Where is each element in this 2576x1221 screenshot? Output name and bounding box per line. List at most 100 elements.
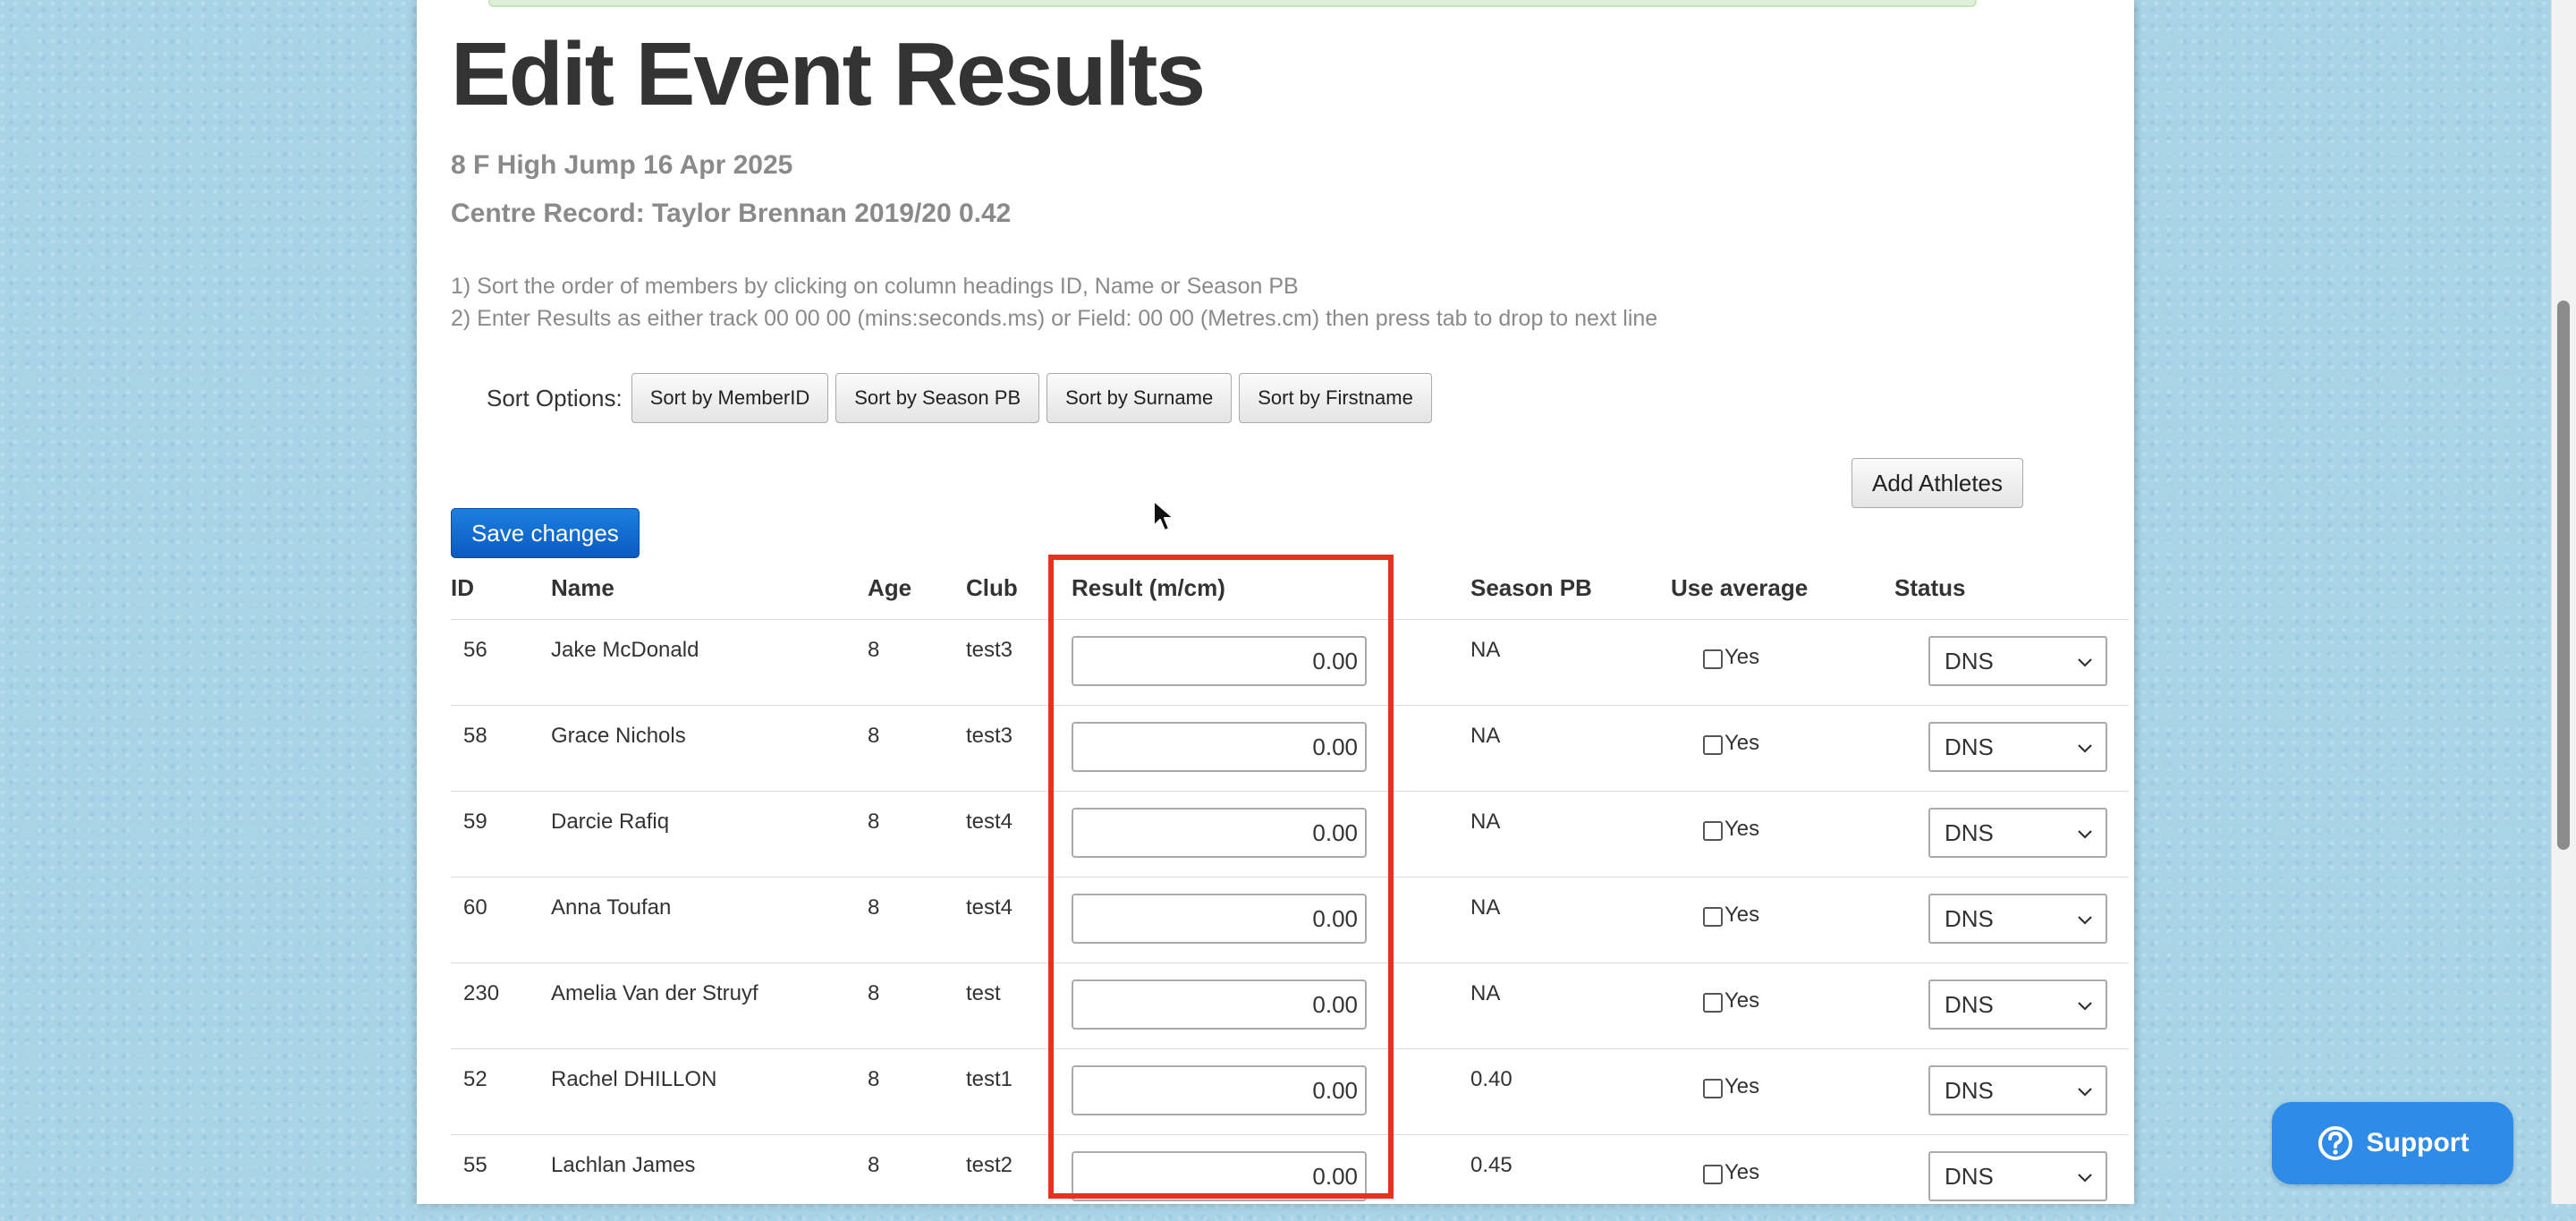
athlete-age: 8 (868, 638, 880, 662)
athlete-club: test1 (966, 1067, 1013, 1091)
status-select[interactable]: DNS (1928, 894, 2107, 944)
column-header-season-pb[interactable]: Season PB (1470, 574, 1592, 602)
column-header-club: Club (966, 574, 1018, 601)
support-button[interactable]: Support (2272, 1102, 2513, 1184)
result-input[interactable]: 0.00 (1072, 1065, 1367, 1115)
athlete-name: Jake McDonald (551, 638, 699, 662)
athlete-name: Darcie Rafiq (551, 810, 670, 834)
status-select[interactable]: DNS (1928, 722, 2107, 772)
add-athletes-button[interactable]: Add Athletes (1852, 458, 2023, 508)
result-input[interactable]: 0.00 (1072, 1151, 1367, 1201)
chevron-down-icon (2078, 830, 2092, 839)
athlete-club: test4 (966, 895, 1013, 920)
table-row: 59 Darcie Rafiq 8 test4 0.00 NA Yes DNS (451, 791, 2129, 878)
use-average-option[interactable]: Yes (1703, 988, 1759, 1013)
instruction-enter-results: 2) Enter Results as either track 00 00 0… (451, 306, 1658, 331)
sort-options-label: Sort Options: (487, 384, 623, 411)
athlete-id: 58 (463, 724, 487, 748)
scrollbar-thumb[interactable] (2557, 301, 2570, 850)
athlete-id: 60 (463, 895, 487, 920)
sort-by-firstname-button[interactable]: Sort by Firstname (1239, 373, 1432, 423)
use-average-checkbox[interactable] (1703, 1079, 1723, 1098)
mouse-cursor-icon (1153, 500, 1174, 531)
column-header-id[interactable]: ID (451, 574, 474, 602)
use-average-label: Yes (1724, 988, 1760, 1013)
athlete-age: 8 (868, 895, 880, 920)
chevron-down-icon (2078, 744, 2092, 753)
athlete-name: Anna Toufan (551, 895, 672, 920)
athlete-age: 8 (868, 724, 880, 748)
use-average-label: Yes (1724, 1074, 1760, 1098)
status-select[interactable]: DNS (1928, 979, 2107, 1030)
status-select[interactable]: DNS (1928, 636, 2107, 686)
vertical-scrollbar[interactable] (2551, 0, 2576, 1204)
column-header-result: Result (m/cm) (1072, 574, 1225, 601)
status-select[interactable]: DNS (1928, 1151, 2107, 1201)
result-input[interactable]: 0.00 (1072, 722, 1367, 772)
result-input[interactable]: 0.00 (1072, 636, 1367, 686)
use-average-checkbox[interactable] (1703, 821, 1723, 841)
result-input[interactable]: 0.00 (1072, 808, 1367, 858)
athlete-club: test3 (966, 724, 1013, 748)
use-average-label: Yes (1724, 903, 1760, 927)
chevron-down-icon (2078, 1174, 2092, 1183)
sort-by-memberid-button[interactable]: Sort by MemberID (631, 373, 829, 423)
use-average-option[interactable]: Yes (1703, 731, 1759, 756)
use-average-option[interactable]: Yes (1703, 645, 1759, 670)
athlete-club: test (966, 981, 1001, 1005)
use-average-option[interactable]: Yes (1703, 903, 1759, 928)
support-label: Support (2366, 1128, 2470, 1157)
use-average-option[interactable]: Yes (1703, 817, 1759, 842)
sort-by-surname-button[interactable]: Sort by Surname (1046, 373, 1233, 423)
athlete-club: test4 (966, 810, 1013, 834)
use-average-checkbox[interactable] (1703, 993, 1723, 1013)
athlete-name: Rachel DHILLON (551, 1067, 717, 1091)
status-select[interactable]: DNS (1928, 808, 2107, 858)
status-value: DNS (1945, 1162, 1994, 1190)
result-input[interactable]: 0.00 (1072, 979, 1367, 1030)
main-page: Edit Event Results 8 F High Jump 16 Apr … (417, 0, 2134, 1204)
sort-options: Sort Options: Sort by MemberID Sort by S… (487, 372, 1439, 424)
chevron-down-icon (2078, 658, 2092, 667)
column-header-age: Age (868, 574, 912, 601)
athlete-name: Grace Nichols (551, 724, 686, 748)
page-title: Edit Event Results (451, 24, 1206, 124)
column-header-use-average: Use average (1671, 574, 1809, 601)
use-average-label: Yes (1724, 645, 1760, 669)
status-value: DNS (1945, 1076, 1994, 1104)
centre-record: Centre Record: Taylor Brennan 2019/20 0.… (451, 199, 1012, 228)
column-header-name[interactable]: Name (551, 574, 614, 602)
season-pb: 0.45 (1470, 1153, 1513, 1177)
chevron-down-icon (2078, 1088, 2092, 1097)
flash-message-bar (488, 0, 1977, 7)
season-pb: NA (1470, 981, 1501, 1005)
use-average-option[interactable]: Yes (1703, 1074, 1759, 1099)
use-average-checkbox[interactable] (1703, 1165, 1723, 1184)
status-value: DNS (1945, 733, 1994, 760)
table-row: 230 Amelia Van der Struyf 8 test 0.00 NA… (451, 962, 2129, 1049)
season-pb: NA (1470, 895, 1501, 920)
status-select[interactable]: DNS (1928, 1065, 2107, 1115)
table-row: 56 Jake McDonald 8 test3 0.00 NA Yes DNS (451, 619, 2129, 706)
chevron-down-icon (2078, 916, 2092, 925)
table-row: 55 Lachlan James 8 test2 0.00 0.45 Yes D… (451, 1134, 2129, 1221)
season-pb: NA (1470, 810, 1501, 834)
save-changes-button[interactable]: Save changes (451, 508, 640, 558)
result-input[interactable]: 0.00 (1072, 894, 1367, 944)
table-row: 60 Anna Toufan 8 test4 0.00 NA Yes DNS (451, 877, 2129, 963)
athlete-name: Amelia Van der Struyf (551, 981, 758, 1005)
use-average-label: Yes (1724, 731, 1760, 755)
athlete-id: 230 (463, 981, 500, 1005)
sort-by-season-pb-button[interactable]: Sort by Season PB (835, 373, 1040, 423)
athlete-name: Lachlan James (551, 1153, 696, 1177)
help-circle-icon (2318, 1126, 2352, 1160)
season-pb: NA (1470, 638, 1501, 662)
use-average-checkbox[interactable] (1703, 649, 1723, 669)
use-average-checkbox[interactable] (1703, 907, 1723, 927)
use-average-option[interactable]: Yes (1703, 1160, 1759, 1185)
athlete-club: test3 (966, 638, 1013, 662)
column-header-status: Status (1894, 574, 1966, 601)
athlete-id: 55 (463, 1153, 487, 1177)
use-average-checkbox[interactable] (1703, 735, 1723, 755)
season-pb: NA (1470, 724, 1501, 748)
